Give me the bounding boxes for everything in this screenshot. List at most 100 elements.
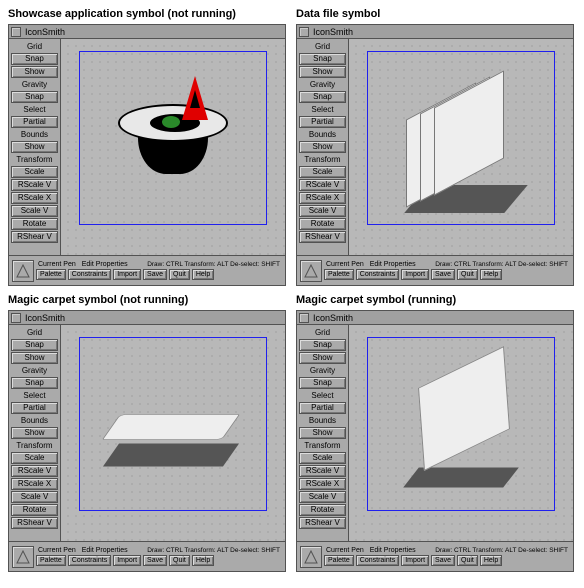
- bottom-button-help[interactable]: Help: [480, 555, 502, 566]
- side-button-show[interactable]: Show: [11, 352, 58, 364]
- bottom-button-help[interactable]: Help: [192, 269, 214, 280]
- side-button-snap[interactable]: Snap: [11, 91, 58, 103]
- side-button-scale[interactable]: Scale: [299, 166, 346, 178]
- side-button-partial[interactable]: Partial: [299, 402, 346, 414]
- side-button-rscale v[interactable]: RScale V: [299, 465, 346, 477]
- icon-art-carpet-fly: [391, 362, 531, 492]
- side-button-scale[interactable]: Scale: [299, 452, 346, 464]
- side-button-rscale v[interactable]: RScale V: [11, 465, 58, 477]
- panel-caption: Data file symbol: [296, 8, 576, 20]
- bottom-button-save[interactable]: Save: [143, 555, 167, 566]
- icon-art-carpet-flat: [103, 378, 243, 478]
- side-button-show[interactable]: Show: [299, 66, 346, 78]
- canvas[interactable]: [61, 39, 285, 255]
- side-button-rscale x[interactable]: RScale X: [299, 192, 346, 204]
- bottom-button-constraints[interactable]: Constraints: [356, 269, 399, 280]
- side-section-label: Transform: [299, 154, 346, 165]
- side-button-rshear v[interactable]: RShear V: [11, 231, 58, 243]
- canvas[interactable]: [349, 325, 573, 541]
- side-button-rscale v[interactable]: RScale V: [11, 179, 58, 191]
- panel-caption: Showcase application symbol (not running…: [8, 8, 288, 20]
- side-button-rscale v[interactable]: RScale V: [299, 179, 346, 191]
- side-button-scale[interactable]: Scale: [11, 166, 58, 178]
- side-button-snap[interactable]: Snap: [299, 53, 346, 65]
- side-button-rotate[interactable]: Rotate: [11, 504, 58, 516]
- bottom-button-constraints[interactable]: Constraints: [68, 555, 111, 566]
- current-pen-swatch[interactable]: [12, 546, 34, 568]
- side-button-scale v[interactable]: Scale V: [299, 491, 346, 503]
- side-button-rshear v[interactable]: RShear V: [299, 517, 346, 529]
- current-pen-label: Current Pen: [324, 547, 366, 554]
- side-button-snap[interactable]: Snap: [11, 53, 58, 65]
- bottom-button-save[interactable]: Save: [431, 269, 455, 280]
- current-pen-swatch[interactable]: [300, 260, 322, 282]
- side-section-label: Bounds: [299, 129, 346, 140]
- canvas[interactable]: [349, 39, 573, 255]
- bottom-button-palette[interactable]: Palette: [36, 555, 66, 566]
- titlebar[interactable]: IconSmith: [9, 311, 285, 325]
- side-section-label: Gravity: [299, 365, 346, 376]
- side-button-rotate[interactable]: Rotate: [299, 504, 346, 516]
- edit-properties-label: Edit Properties: [80, 261, 130, 268]
- side-button-show[interactable]: Show: [299, 141, 346, 153]
- side-section-label: Grid: [299, 327, 346, 338]
- bottom-button-save[interactable]: Save: [431, 555, 455, 566]
- side-button-snap[interactable]: Snap: [11, 377, 58, 389]
- bottom-button-import[interactable]: Import: [113, 555, 141, 566]
- bottom-button-quit[interactable]: Quit: [169, 269, 190, 280]
- side-button-scale v[interactable]: Scale V: [11, 205, 58, 217]
- bottom-button-palette[interactable]: Palette: [324, 555, 354, 566]
- side-button-rscale x[interactable]: RScale X: [11, 478, 58, 490]
- side-button-rotate[interactable]: Rotate: [299, 218, 346, 230]
- side-button-rshear v[interactable]: RShear V: [299, 231, 346, 243]
- side-button-snap[interactable]: Snap: [299, 91, 346, 103]
- window-menu-icon[interactable]: [11, 313, 21, 323]
- window-title: IconSmith: [25, 313, 65, 323]
- side-button-rscale x[interactable]: RScale X: [11, 192, 58, 204]
- titlebar[interactable]: IconSmith: [9, 25, 285, 39]
- bottom-button-constraints[interactable]: Constraints: [68, 269, 111, 280]
- side-button-snap[interactable]: Snap: [299, 339, 346, 351]
- bottom-button-help[interactable]: Help: [480, 269, 502, 280]
- side-button-scale v[interactable]: Scale V: [11, 491, 58, 503]
- side-button-rshear v[interactable]: RShear V: [11, 517, 58, 529]
- bottom-bar: Current PenEdit PropertiesDraw: CTRL Tra…: [297, 255, 573, 285]
- canvas[interactable]: [61, 325, 285, 541]
- window-menu-icon[interactable]: [299, 313, 309, 323]
- window-menu-icon[interactable]: [299, 27, 309, 37]
- bottom-button-save[interactable]: Save: [143, 269, 167, 280]
- side-button-snap[interactable]: Snap: [11, 339, 58, 351]
- side-section-label: Grid: [11, 41, 58, 52]
- side-button-show[interactable]: Show: [299, 352, 346, 364]
- titlebar[interactable]: IconSmith: [297, 311, 573, 325]
- side-button-show[interactable]: Show: [11, 141, 58, 153]
- side-button-partial[interactable]: Partial: [299, 116, 346, 128]
- window-menu-icon[interactable]: [11, 27, 21, 37]
- bottom-button-constraints[interactable]: Constraints: [356, 555, 399, 566]
- bottom-button-import[interactable]: Import: [401, 269, 429, 280]
- current-pen-swatch[interactable]: [12, 260, 34, 282]
- bottom-button-palette[interactable]: Palette: [324, 269, 354, 280]
- window-title: IconSmith: [25, 27, 65, 37]
- side-button-show[interactable]: Show: [11, 427, 58, 439]
- side-button-rscale x[interactable]: RScale X: [299, 478, 346, 490]
- bottom-button-palette[interactable]: Palette: [36, 269, 66, 280]
- side-button-show[interactable]: Show: [299, 427, 346, 439]
- panel-caption: Magic carpet symbol (running): [296, 294, 576, 306]
- side-button-scale[interactable]: Scale: [11, 452, 58, 464]
- side-button-rotate[interactable]: Rotate: [11, 218, 58, 230]
- bottom-button-quit[interactable]: Quit: [169, 555, 190, 566]
- side-button-show[interactable]: Show: [11, 66, 58, 78]
- bottom-button-quit[interactable]: Quit: [457, 269, 478, 280]
- bottom-button-quit[interactable]: Quit: [457, 555, 478, 566]
- bottom-button-import[interactable]: Import: [401, 555, 429, 566]
- bottom-button-import[interactable]: Import: [113, 269, 141, 280]
- side-button-partial[interactable]: Partial: [11, 402, 58, 414]
- current-pen-label: Current Pen: [36, 261, 78, 268]
- titlebar[interactable]: IconSmith: [297, 25, 573, 39]
- side-button-snap[interactable]: Snap: [299, 377, 346, 389]
- bottom-button-help[interactable]: Help: [192, 555, 214, 566]
- side-button-scale v[interactable]: Scale V: [299, 205, 346, 217]
- current-pen-swatch[interactable]: [300, 546, 322, 568]
- side-button-partial[interactable]: Partial: [11, 116, 58, 128]
